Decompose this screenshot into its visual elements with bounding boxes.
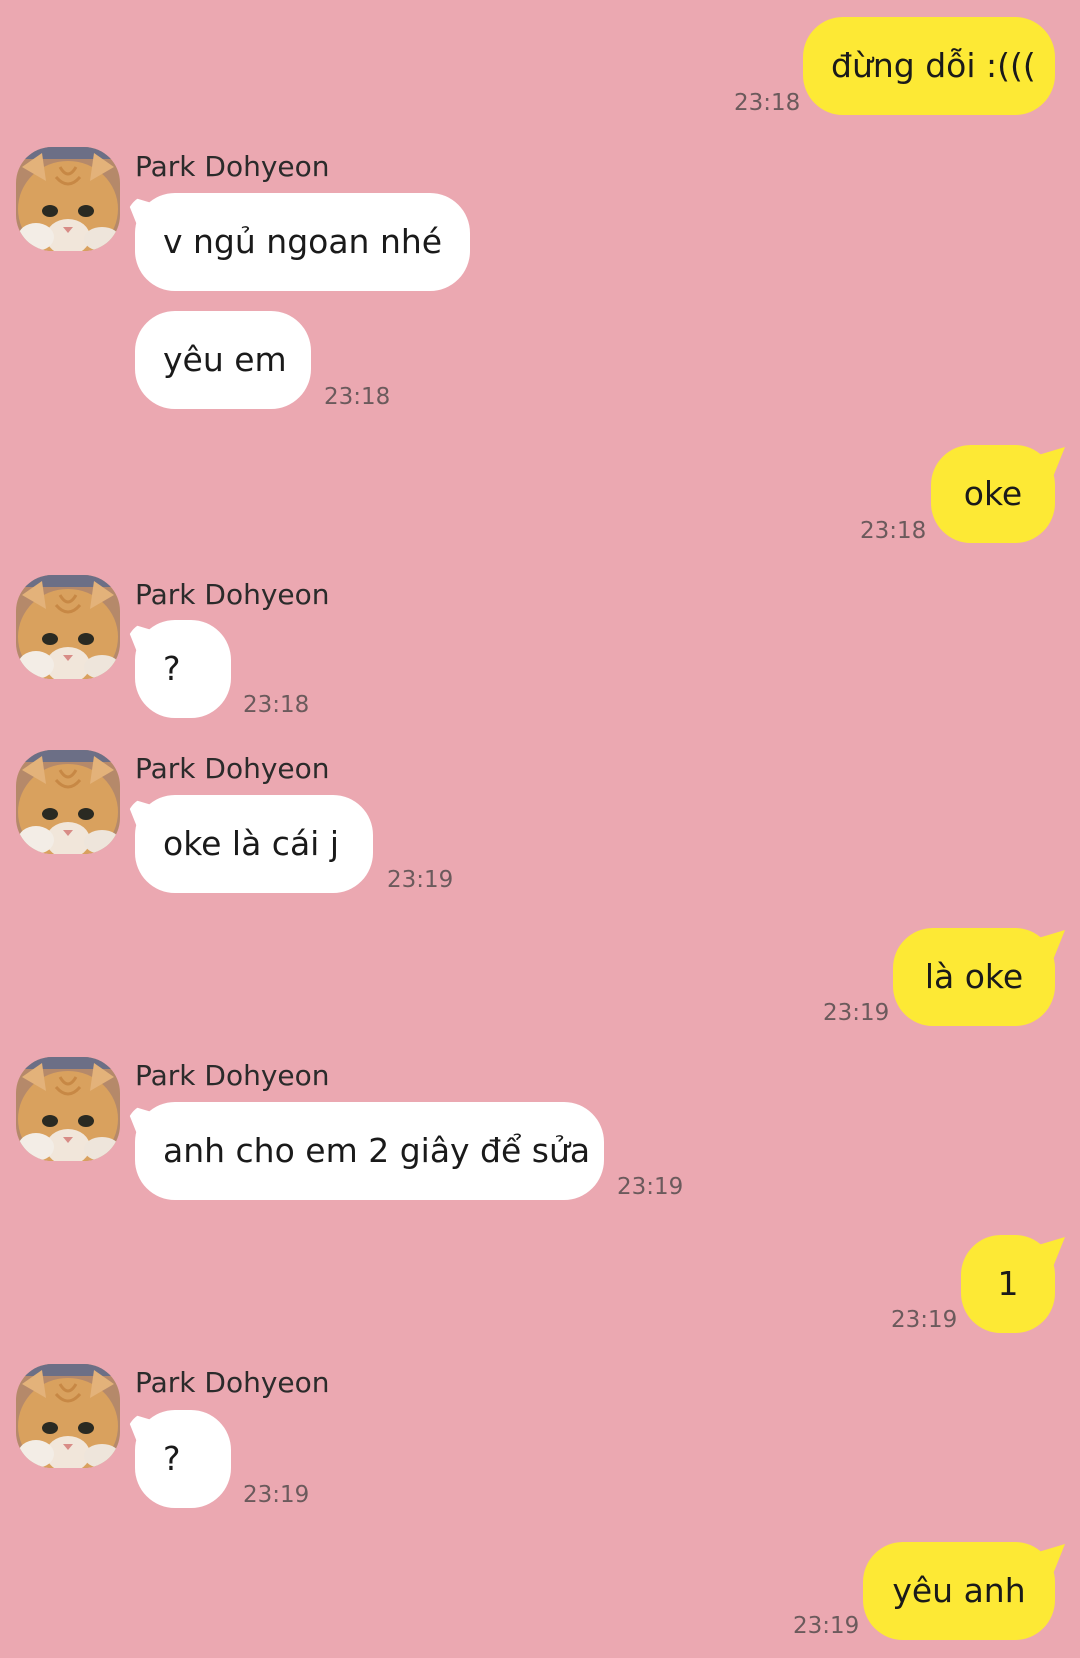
message-text: anh cho em 2 giây để sửa xyxy=(163,1131,591,1170)
cat-avatar-icon xyxy=(16,1057,120,1161)
message-time: 23:19 xyxy=(793,1613,860,1639)
message-bubble-outgoing[interactable]: đừng dỗi :((( xyxy=(803,17,1055,115)
message-time: 23:19 xyxy=(617,1174,684,1200)
contact-avatar[interactable] xyxy=(16,750,120,854)
message-text: đừng dỗi :((( xyxy=(831,46,1036,85)
message-bubble-incoming[interactable]: anh cho em 2 giây để sửa xyxy=(135,1102,604,1200)
message-text: là oke xyxy=(924,957,1024,996)
message-text: oke là cái j xyxy=(163,824,339,863)
message-time: 23:18 xyxy=(243,692,310,718)
chat-area[interactable]: đừng dỗi :((( 23:18 Park Dohyeon v ngủ n… xyxy=(0,0,1080,1658)
sender-name: Park Dohyeon xyxy=(135,150,330,183)
message-bubble-outgoing[interactable]: là oke xyxy=(893,928,1055,1026)
message-text: ? xyxy=(163,1439,181,1478)
cat-avatar-icon xyxy=(16,147,120,251)
message-time: 23:19 xyxy=(387,867,454,893)
message-text: 1 xyxy=(997,1264,1019,1303)
message-bubble-incoming[interactable]: v ngủ ngoan nhé xyxy=(135,193,470,291)
message-bubble-outgoing[interactable]: 1 xyxy=(961,1235,1055,1333)
message-bubble-incoming[interactable]: yêu em xyxy=(135,311,311,409)
message-bubble-incoming[interactable]: oke là cái j xyxy=(135,795,373,893)
contact-avatar[interactable] xyxy=(16,1364,120,1468)
sender-name: Park Dohyeon xyxy=(135,752,330,785)
sender-name: Park Dohyeon xyxy=(135,1366,330,1399)
message-time: 23:19 xyxy=(891,1307,958,1333)
message-text: yêu em xyxy=(163,340,287,379)
cat-avatar-icon xyxy=(16,1364,120,1468)
sender-name: Park Dohyeon xyxy=(135,1059,330,1092)
contact-avatar[interactable] xyxy=(16,147,120,251)
message-time: 23:19 xyxy=(243,1482,310,1508)
message-time: 23:18 xyxy=(324,384,391,410)
message-text: v ngủ ngoan nhé xyxy=(163,222,443,261)
message-text: yêu anh xyxy=(892,1571,1026,1610)
message-bubble-outgoing[interactable]: oke xyxy=(931,445,1055,543)
message-text: ? xyxy=(163,649,181,688)
message-time: 23:19 xyxy=(823,1000,890,1026)
message-bubble-incoming[interactable]: ? xyxy=(135,1410,231,1508)
message-text: oke xyxy=(963,474,1023,513)
contact-avatar[interactable] xyxy=(16,1057,120,1161)
sender-name: Park Dohyeon xyxy=(135,578,330,611)
message-time: 23:18 xyxy=(734,90,801,116)
message-bubble-outgoing[interactable]: yêu anh xyxy=(863,1542,1055,1640)
cat-avatar-icon xyxy=(16,750,120,854)
contact-avatar[interactable] xyxy=(16,575,120,679)
message-time: 23:18 xyxy=(860,518,927,544)
message-bubble-incoming[interactable]: ? xyxy=(135,620,231,718)
cat-avatar-icon xyxy=(16,575,120,679)
